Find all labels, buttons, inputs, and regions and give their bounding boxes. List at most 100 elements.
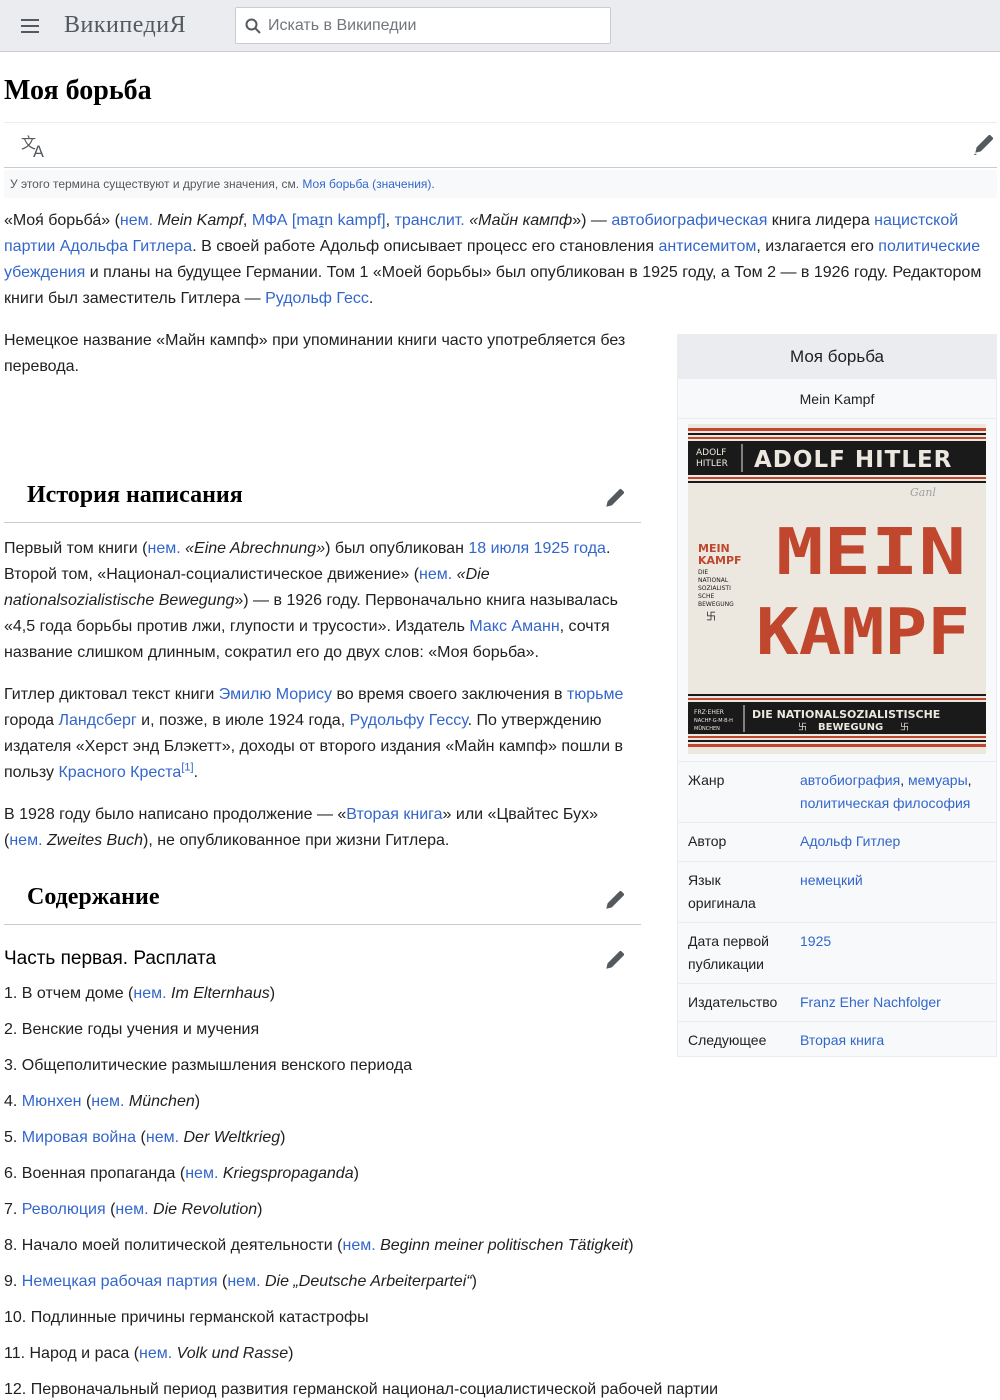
site-wordmark[interactable]: ВикипедиЯ [64, 10, 186, 40]
chapter-german-title: Die „Deutsche Arbeiterpartei“ [260, 1273, 472, 1290]
cover-side-text: SOZIALISTI [698, 585, 731, 592]
chapter-list-item: 2. Венские годы учения и мучения [4, 1018, 259, 1042]
link-nem[interactable]: нем. [139, 1345, 172, 1362]
cover-author: ADOLF HITLER [754, 447, 952, 473]
link-second-book[interactable]: Вторая книга [346, 806, 442, 823]
link-nem[interactable]: нем. [91, 1093, 124, 1110]
intro-paragraph-2: Немецкое название «Майн кампф» при упоми… [4, 328, 664, 380]
text: Майн кампф [478, 212, 573, 229]
history-paragraph-2: Гитлер диктовал текст книги Эмилю Морису… [4, 682, 664, 786]
cover-side-text: BEWEGUNG [698, 601, 734, 608]
link-nazi[interactable]: нацистской [874, 212, 958, 229]
link-nem[interactable]: нем. [185, 1165, 218, 1182]
chapter-list-item: 8. Начало моей политической деятельности… [4, 1234, 634, 1258]
cover-publisher: MÜNCHEN [694, 725, 720, 732]
label-text: Язык [688, 872, 721, 888]
link-nem[interactable]: нем. [227, 1273, 260, 1290]
chapter-list-item: 6. Военная пропаганда (нем. Kriegspropag… [4, 1162, 359, 1186]
text: « [464, 212, 479, 229]
publisher-link[interactable]: Franz Eher Nachfolger [800, 994, 941, 1010]
chapter-list-item: 4. Мюнхен (нем. München) [4, 1090, 200, 1114]
search-input[interactable]: Искать в Википедии [235, 7, 611, 44]
text: «Мoя́ борьба́» ( [4, 212, 120, 229]
reference-link[interactable]: [1] [181, 762, 193, 774]
link-nem[interactable]: нем. [419, 566, 452, 583]
genre-link[interactable]: мемуары [908, 772, 968, 788]
text: » или «Цвайтес Бух» [442, 806, 598, 823]
infobox-value: автобиография, мемуары, политическая фило… [800, 769, 990, 815]
text: . В своей работе Адольф описывает процес… [192, 238, 659, 255]
link-hess[interactable]: Рудольфу Гессу [350, 712, 468, 729]
link-landsberg[interactable]: Ландсберг [59, 712, 137, 729]
chapter-list-item: 9. Немецкая рабочая партия (нем. Die „De… [4, 1270, 477, 1294]
hatnote-text: У этого термина существуют и другие знач… [10, 177, 303, 191]
link-hess[interactable]: Рудольф Гесс [265, 290, 369, 307]
menu-icon[interactable] [19, 16, 41, 36]
book-cover-image[interactable]: ADOLF HITLER ADOLF HITLER Ganl MEIN KAMP… [688, 424, 986, 754]
chapter-list-item: 11. Народ и раса (нем. Volk und Rasse) [4, 1342, 293, 1366]
author-link[interactable]: Адольф Гитлер [800, 833, 900, 849]
link-nem[interactable]: нем. [9, 832, 42, 849]
infobox-value: Адольф Гитлер [800, 830, 990, 853]
infobox-row-genre: Жанр автобиография, мемуары, политическая… [678, 761, 996, 819]
link-nem[interactable]: нем. [342, 1237, 375, 1254]
link-nem[interactable]: нем. [120, 212, 153, 229]
chapter-text: В отчем доме ( [21, 985, 134, 1002]
site-header: ВикипедиЯ Искать в Википедии [0, 0, 1000, 52]
link-autobiographical[interactable]: автобиографическая [611, 212, 767, 229]
chapter-list-item: 10. Подлинные причины германской катастр… [4, 1306, 369, 1330]
edit-section-icon[interactable] [603, 950, 625, 972]
chapter-german-title: Beginn meiner politischen Tätigkeit [375, 1237, 629, 1254]
infobox: Моя борьба Mein Kampf ADOLF HITLER ADOLF… [677, 334, 997, 1057]
infobox-value: Franz Eher Nachfolger [800, 991, 990, 1014]
infobox-value: немецкий [800, 869, 990, 892]
text: ») — [572, 212, 612, 229]
link-maurice[interactable]: Эмилю Морису [219, 686, 332, 703]
chapter-link[interactable]: Мировая война [22, 1129, 136, 1146]
chapter-number: 4. [4, 1093, 22, 1110]
link-prison[interactable]: тюрьме [567, 686, 623, 703]
link-nem[interactable]: нем. [133, 985, 166, 1002]
link-nem[interactable]: нем. [146, 1129, 179, 1146]
chapter-list-item: 12. Первоначальный период развития герма… [4, 1378, 718, 1400]
divider [4, 924, 641, 925]
link-beliefs[interactable]: убеждения [4, 264, 85, 281]
infobox-row-language: Язык оригинала немецкий [678, 861, 996, 919]
date-link[interactable]: 1925 [800, 933, 831, 949]
edit-section-icon[interactable] [603, 488, 625, 510]
chapter-link[interactable]: Революция [22, 1201, 106, 1218]
hatnote-link[interactable]: Моя борьба (значения) [302, 177, 431, 191]
link-party[interactable]: партии Адольфа Гитлера [4, 238, 192, 255]
chapter-number: 2. [4, 1021, 22, 1038]
chapter-link[interactable]: Мюнхен [22, 1093, 82, 1110]
text: пользу [4, 764, 59, 781]
link-red-cross[interactable]: Красного Креста [58, 764, 181, 781]
language-icon[interactable]: 文 A [20, 133, 48, 159]
link-nem[interactable]: нем. [148, 540, 181, 557]
link-amann[interactable]: Макс Аманн [469, 618, 559, 635]
link-nem[interactable]: нем. [115, 1201, 148, 1218]
svg-text:卐: 卐 [798, 722, 807, 733]
text: города [4, 712, 59, 729]
text: ») — в 1926 году. Первоначально книга на… [234, 592, 618, 609]
edit-page-icon[interactable] [972, 134, 994, 156]
chapter-text: Начало моей политической деятельности ( [21, 1237, 343, 1254]
text: название слишком длинным, сократил его д… [4, 644, 539, 661]
hatnote: У этого термина существуют и другие знач… [4, 170, 997, 198]
edit-section-icon[interactable] [603, 890, 625, 912]
genre-link[interactable]: политическая философия [800, 795, 970, 811]
link-translit[interactable]: транслит. [395, 212, 465, 229]
chapter-text: ( [136, 1129, 146, 1146]
language-link[interactable]: немецкий [800, 872, 863, 888]
link-ipa[interactable]: МФА [maɪ̯n kampf] [252, 212, 386, 229]
chapter-link[interactable]: Немецкая рабочая партия [22, 1273, 218, 1290]
chapter-text: ( [217, 1273, 228, 1290]
genre-link[interactable]: автобиография [800, 772, 900, 788]
chapter-number: 11. [4, 1345, 30, 1362]
infobox-subtitle: Mein Kampf [678, 379, 996, 419]
link-political[interactable]: политические [878, 238, 980, 255]
link-antisemite[interactable]: антисемитом [658, 238, 756, 255]
svg-text:卐: 卐 [706, 611, 716, 623]
next-book-link[interactable]: Вторая книга [800, 1032, 884, 1048]
link-date[interactable]: 18 июля 1925 года [468, 540, 606, 557]
